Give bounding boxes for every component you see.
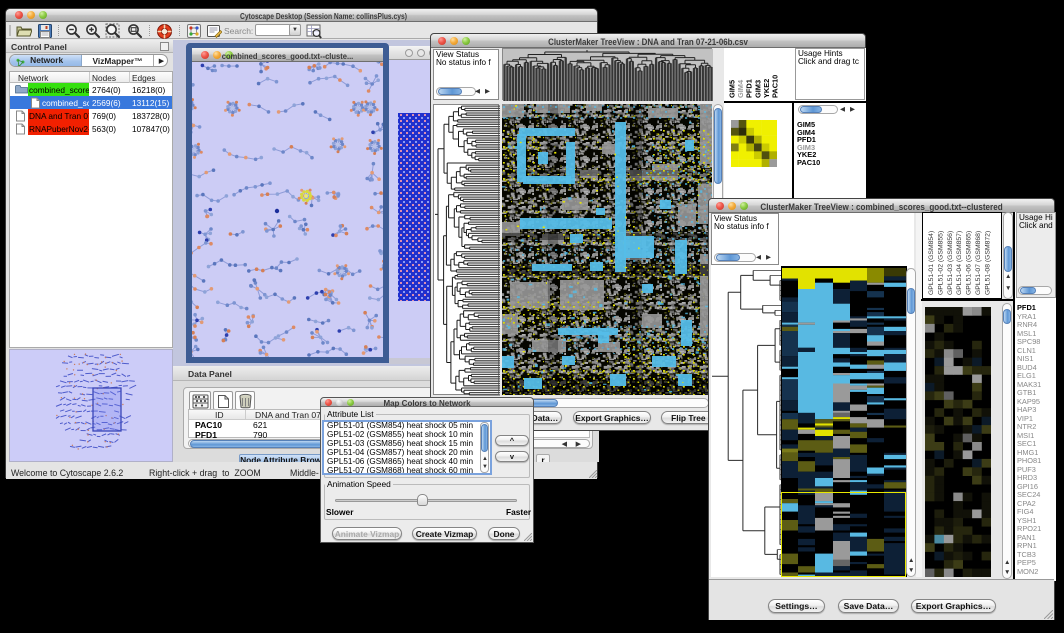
svg-text:PAC10: PAC10 [771, 75, 780, 98]
svg-text:GPL51-01 (GSM854): GPL51-01 (GSM854) [928, 231, 935, 295]
svg-text:GPL51-04 (GSM857): GPL51-04 (GSM857) [956, 231, 963, 295]
svg-text:GPL51-06 (GSM865): GPL51-06 (GSM865) [966, 231, 973, 295]
svg-text:GPL51-03 (GSM856): GPL51-03 (GSM856) [947, 231, 954, 295]
svg-text:GPL51-02 (GSM855): GPL51-02 (GSM855) [937, 231, 944, 295]
svg-text:GPL51-08 (GSM872): GPL51-08 (GSM872) [984, 231, 991, 295]
svg-text:GPL51-07 (GSM868): GPL51-07 (GSM868) [975, 231, 982, 295]
